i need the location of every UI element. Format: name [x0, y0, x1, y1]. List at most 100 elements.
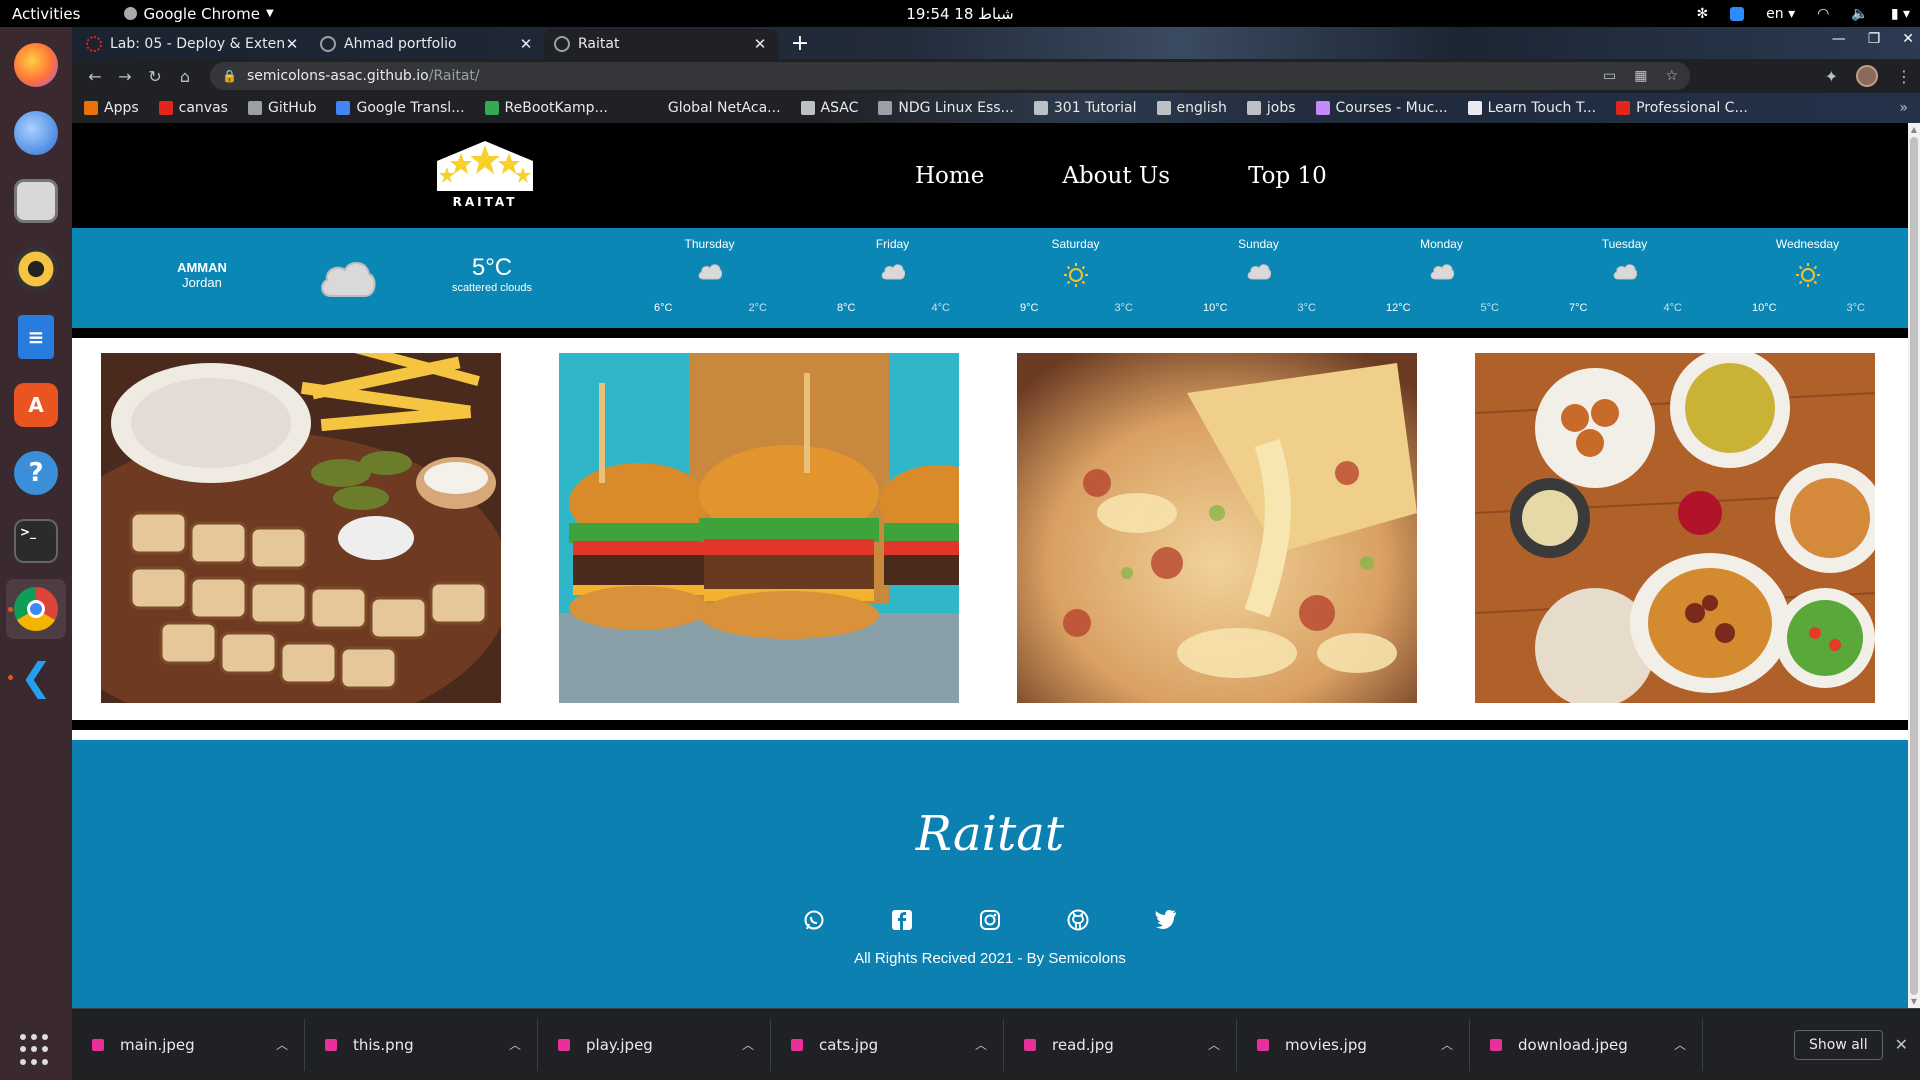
cast-icon[interactable]: ▭ — [1603, 68, 1616, 84]
ndg-icon — [878, 101, 893, 115]
wifi-icon[interactable]: ◠ — [1817, 6, 1829, 22]
nav-home[interactable]: Home — [915, 163, 984, 189]
qr-code-icon[interactable]: ▦ — [1634, 68, 1647, 84]
nav-about-us[interactable]: About Us — [1062, 163, 1170, 189]
new-tab-button[interactable]: + — [786, 29, 814, 57]
chrome-small-icon — [124, 7, 138, 20]
close-tab-icon[interactable]: ✕ — [518, 35, 534, 53]
address-bar[interactable]: 🔒 semicolons-asac.github.io/Raitat/ ▭ ▦ … — [210, 62, 1690, 90]
clock[interactable]: 19:54 18 شباط — [906, 5, 1013, 23]
scroll-up-icon[interactable]: ▲ — [1908, 125, 1920, 134]
bookmark-courses-muc[interactable]: Courses - Muc... — [1315, 100, 1448, 116]
chevron-up-icon[interactable]: ︿ — [1441, 1036, 1453, 1053]
bookmark-asac[interactable]: ASAC — [800, 100, 858, 116]
chevron-up-icon[interactable]: ︿ — [276, 1036, 288, 1053]
maximize-icon[interactable]: ❐ — [1868, 31, 1881, 47]
url-path: /Raitat/ — [428, 68, 480, 84]
chevron-up-icon[interactable]: ︿ — [509, 1036, 521, 1053]
download-item[interactable]: download.jpeg ︿ — [1470, 1018, 1703, 1071]
show-all-downloads-button[interactable]: Show all — [1794, 1029, 1883, 1060]
close-shelf-icon[interactable]: ✕ — [1895, 1035, 1908, 1054]
more-menu-icon[interactable]: ⋮ — [1896, 67, 1912, 86]
tab-portfolio[interactable]: Ahmad portfolio ✕ — [310, 29, 544, 59]
firefox-launcher[interactable] — [6, 35, 66, 95]
image-file-icon — [558, 1038, 570, 1051]
profile-avatar[interactable] — [1856, 65, 1878, 87]
bookmark-google-transl[interactable]: Google Transl... — [336, 100, 465, 116]
thunderbird-launcher[interactable] — [6, 103, 66, 163]
download-item[interactable]: movies.jpg ︿ — [1237, 1018, 1470, 1071]
chevron-up-icon[interactable]: ︿ — [742, 1036, 754, 1053]
instagram-icon[interactable] — [979, 909, 1001, 931]
vscode-icon: ❮ — [20, 655, 52, 699]
facebook-icon[interactable] — [891, 909, 913, 931]
home-icon[interactable]: ⌂ — [170, 67, 200, 86]
bookmark-english[interactable]: english — [1156, 100, 1227, 116]
download-item[interactable]: this.png ︿ — [305, 1018, 538, 1071]
download-item[interactable]: play.jpeg ︿ — [538, 1018, 771, 1071]
download-item[interactable]: cats.jpg ︿ — [771, 1018, 1004, 1071]
files-launcher[interactable] — [6, 171, 66, 231]
bookmark-ndg-linux-ess[interactable]: NDG Linux Ess... — [878, 100, 1014, 116]
bookmark-learn-touch-t[interactable]: Learn Touch T... — [1467, 100, 1596, 116]
forecast-day-name: Saturday — [1051, 237, 1100, 251]
writer-launcher[interactable]: ≡ — [6, 307, 66, 367]
scrollbar-thumb[interactable] — [1910, 137, 1918, 995]
download-filename: movies.jpg — [1285, 1035, 1367, 1054]
bookmark-canvas[interactable]: canvas — [158, 100, 228, 116]
reload-icon[interactable]: ↻ — [140, 67, 170, 86]
settings-daemon-icon[interactable]: ✻ — [1696, 6, 1708, 22]
bookmark-rebootkamp[interactable]: ReBootKamp... — [484, 100, 608, 116]
forecast-high: 6°C — [654, 302, 673, 314]
footer-brand: Raitat — [915, 806, 1065, 862]
raitat-logo[interactable]: RAITAT — [435, 139, 535, 209]
battery-icon[interactable]: ▮ ▾ — [1891, 6, 1910, 22]
terminal-launcher[interactable]: >_ — [6, 511, 66, 571]
volume-icon[interactable]: 🔈 — [1851, 6, 1868, 22]
page-scrollbar[interactable]: ▲ ▼ — [1908, 123, 1920, 1008]
activities-button[interactable]: Activities — [12, 5, 80, 23]
twitter-icon[interactable] — [1155, 909, 1177, 929]
bookmarks-overflow-button[interactable]: » — [1899, 100, 1908, 116]
nav-top-10[interactable]: Top 10 — [1248, 163, 1327, 189]
scroll-down-icon[interactable]: ▼ — [1908, 997, 1920, 1006]
download-item[interactable]: read.jpg ︿ — [1004, 1018, 1237, 1071]
app-menu[interactable]: Google Chrome ▼ — [124, 5, 274, 23]
forecast-day-wednesday: Wednesday 10°C 3°C — [1716, 228, 1899, 328]
forward-icon[interactable]: → — [110, 67, 140, 86]
software-launcher[interactable]: A — [6, 375, 66, 435]
close-tab-icon[interactable]: ✕ — [752, 35, 768, 53]
extensions-icon[interactable]: ✦ — [1825, 67, 1838, 86]
bookmark-star-icon[interactable]: ☆ — [1665, 68, 1678, 84]
close-window-icon[interactable]: ✕ — [1902, 31, 1914, 47]
bookmark-global-netaca[interactable]: Global NetAca... — [647, 100, 781, 116]
github-icon[interactable] — [1067, 909, 1089, 931]
bookmark-jobs[interactable]: jobs — [1246, 100, 1296, 116]
show-applications-icon[interactable] — [20, 1034, 52, 1066]
zoom-icon[interactable] — [1730, 6, 1745, 21]
chevron-up-icon[interactable]: ︿ — [1208, 1036, 1220, 1053]
typing-icon — [1467, 101, 1482, 115]
rhythmbox-launcher[interactable] — [6, 239, 66, 299]
download-item[interactable]: main.jpeg ︿ — [72, 1018, 305, 1071]
vscode-launcher[interactable]: ❮ — [6, 647, 66, 707]
close-tab-icon[interactable]: ✕ — [284, 35, 300, 53]
chevron-up-icon[interactable]: ︿ — [1674, 1036, 1686, 1053]
forecast-high: 10°C — [1752, 302, 1777, 314]
lock-icon[interactable]: 🔒 — [222, 69, 237, 83]
language-indicator[interactable]: en ▾ — [1766, 6, 1795, 22]
minimize-icon[interactable]: — — [1832, 31, 1846, 47]
bookmark-github[interactable]: GitHub — [247, 100, 316, 116]
tab-lab[interactable]: Lab: 05 - Deploy & Extend ✕ — [76, 29, 310, 59]
back-icon[interactable]: ← — [80, 67, 110, 86]
bookmark-301-tutorial[interactable]: 301 Tutorial — [1033, 100, 1137, 116]
help-launcher[interactable]: ? — [6, 443, 66, 503]
chevron-up-icon[interactable]: ︿ — [975, 1036, 987, 1053]
chrome-launcher[interactable] — [6, 579, 66, 639]
system-tray[interactable]: ✻ en ▾ ◠ 🔈 ▮ ▾ — [1696, 0, 1910, 27]
tab-raitat[interactable]: Raitat ✕ — [544, 29, 778, 59]
ubuntu-dock: ≡ A ? >_ ❮ — [0, 27, 72, 1080]
bookmark-professional-c[interactable]: Professional C... — [1616, 100, 1748, 116]
whatsapp-icon[interactable] — [803, 909, 825, 931]
bookmark-apps[interactable]: Apps — [84, 100, 139, 116]
